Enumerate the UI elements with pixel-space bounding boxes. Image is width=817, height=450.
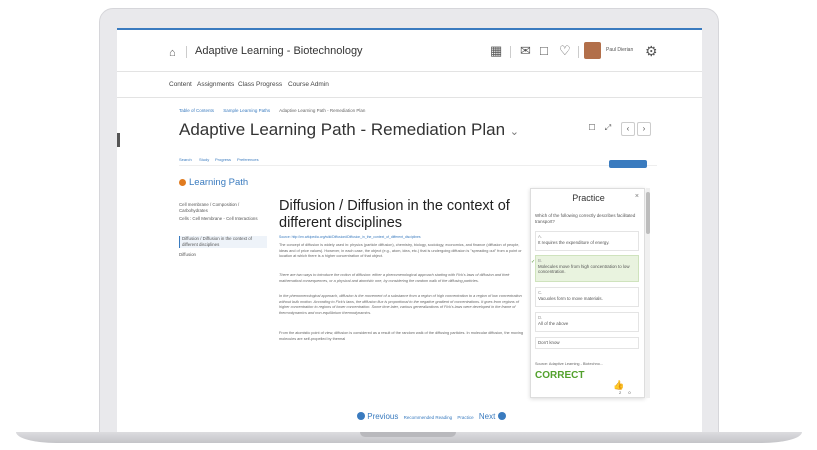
practice-source: Source: Adaptive Learning - Biotechno... bbox=[535, 362, 603, 366]
document-paragraph: In the phenomenological approach, diffus… bbox=[279, 294, 522, 315]
chat-icon[interactable]: □ bbox=[540, 43, 548, 58]
practice-title: Practice bbox=[572, 193, 605, 203]
screen: ⌂ Adaptive Learning - Biotechnology ▦ ✉ … bbox=[117, 28, 702, 432]
content-toolbar: Search Study Progress Preferences bbox=[179, 154, 657, 166]
chevron-down-icon[interactable]: ⌄ bbox=[510, 126, 519, 138]
breadcrumb-item[interactable]: Table of Contents bbox=[179, 108, 214, 113]
page-title-text: Adaptive Learning Path - Remediation Pla… bbox=[179, 120, 506, 139]
votes-up: 2 bbox=[619, 390, 622, 395]
learning-path-heading: Learning Path bbox=[179, 177, 248, 188]
user-name[interactable]: Paul Dierian bbox=[606, 47, 633, 53]
previous-arrow-icon[interactable] bbox=[357, 412, 365, 420]
document-source-link[interactable]: Source: http://en.wikipedia.org/wiki/Dif… bbox=[279, 235, 421, 239]
next-page-button[interactable]: › bbox=[637, 122, 651, 136]
divider bbox=[578, 46, 579, 58]
laptop-notch bbox=[360, 432, 456, 437]
answer-option[interactable]: D. All of the above bbox=[535, 312, 639, 332]
page-title: Adaptive Learning Path - Remediation Pla… bbox=[179, 120, 519, 140]
side-panel-handle[interactable] bbox=[117, 133, 120, 147]
document-paragraph: From the atomistic point of view, diffus… bbox=[279, 331, 523, 341]
option-text: Vacuoles form to move materials. bbox=[538, 295, 603, 301]
course-nav: Content Assignments Class Progress Cours… bbox=[117, 72, 702, 98]
option-text: All of the above bbox=[538, 320, 569, 326]
active-tab-indicator bbox=[609, 160, 647, 168]
scrollbar-thumb[interactable] bbox=[646, 192, 650, 234]
fullscreen-icon[interactable]: ⤢ bbox=[601, 122, 615, 136]
document-paragraph: There are two ways to introduce the noti… bbox=[279, 273, 510, 283]
mail-icon[interactable]: ✉ bbox=[520, 43, 531, 59]
status-dot-icon bbox=[179, 179, 186, 186]
learning-path-item[interactable]: Cells : Cell Membrane - Cell Interaction… bbox=[179, 216, 267, 222]
practice-question: Which of the following correctly describ… bbox=[535, 213, 636, 224]
next-arrow-icon[interactable] bbox=[497, 412, 506, 420]
home-icon[interactable]: ⌂ bbox=[169, 47, 176, 59]
next-link[interactable]: Next bbox=[479, 412, 495, 421]
footer-navigation: Previous Recommended Reading Practice Ne… bbox=[357, 412, 506, 421]
bookmark-icon[interactable]: ☐ bbox=[585, 122, 599, 136]
option-text: It requires the expenditure of energy. bbox=[538, 239, 610, 245]
toolbar-progress[interactable]: Progress bbox=[215, 157, 231, 162]
gear-icon[interactable]: ⚙ bbox=[645, 43, 658, 60]
previous-page-button[interactable]: ‹ bbox=[621, 122, 635, 136]
divider bbox=[510, 46, 511, 58]
option-text: Molecules move from high concentration t… bbox=[538, 263, 630, 275]
bell-icon[interactable]: ♡ bbox=[559, 43, 571, 59]
breadcrumb: Table of Contents Sample Learning Paths … bbox=[179, 108, 373, 113]
top-bar: ⌂ Adaptive Learning - Biotechnology ▦ ✉ … bbox=[117, 30, 702, 72]
breadcrumb-item[interactable]: Sample Learning Paths bbox=[223, 108, 270, 113]
result-label: CORRECT bbox=[535, 370, 585, 381]
course-title[interactable]: Adaptive Learning - Biotechnology bbox=[195, 45, 363, 57]
close-icon[interactable]: × bbox=[635, 193, 639, 200]
nav-item-content[interactable]: Content bbox=[169, 81, 192, 88]
nav-item-course-admin[interactable]: Course Admin bbox=[288, 81, 329, 88]
document-paragraph: The concept of diffusion is widely used … bbox=[279, 243, 522, 259]
learning-path-item[interactable]: Cell membrane / Composition / Carbohydra… bbox=[179, 202, 267, 214]
document-title: Diffusion / Diffusion in the context of … bbox=[279, 198, 510, 231]
practice-panel: Practice × Which of the following correc… bbox=[530, 188, 645, 398]
learning-path-heading-text: Learning Path bbox=[189, 177, 249, 188]
checkmark-icon: ✓ bbox=[531, 259, 536, 265]
answer-option[interactable]: A. It requires the expenditure of energy… bbox=[535, 231, 639, 251]
learning-path-item[interactable]: Diffusion bbox=[179, 252, 267, 258]
grid-icon[interactable]: ▦ bbox=[490, 43, 502, 59]
option-text: Don't know bbox=[538, 340, 560, 345]
toolbar-study[interactable]: Study bbox=[199, 157, 209, 162]
breadcrumb-item: Adaptive Learning Path - Remediation Pla… bbox=[279, 108, 366, 113]
toolbar-preferences[interactable]: Preferences bbox=[237, 157, 259, 162]
nav-item-class-progress[interactable]: Class Progress bbox=[238, 81, 282, 88]
practice-link[interactable]: Practice bbox=[457, 415, 473, 420]
nav-item-assignments[interactable]: Assignments bbox=[197, 81, 234, 88]
avatar[interactable] bbox=[584, 42, 601, 59]
votes-down: 0 bbox=[628, 390, 631, 395]
divider bbox=[186, 46, 187, 58]
previous-link[interactable]: Previous bbox=[367, 412, 398, 421]
answer-option-selected[interactable]: ✓ B. Molecules move from high concentrat… bbox=[531, 255, 639, 282]
vote-counts: 2 0 bbox=[619, 390, 631, 395]
toolbar-search[interactable]: Search bbox=[179, 157, 192, 162]
learning-path-item-active[interactable]: Diffusion / Diffusion in the context of … bbox=[179, 236, 267, 248]
answer-option[interactable]: Don't know bbox=[535, 337, 639, 349]
recommended-reading-link[interactable]: Recommended Reading bbox=[404, 415, 453, 420]
answer-option[interactable]: C. Vacuoles form to move materials. bbox=[535, 287, 639, 307]
